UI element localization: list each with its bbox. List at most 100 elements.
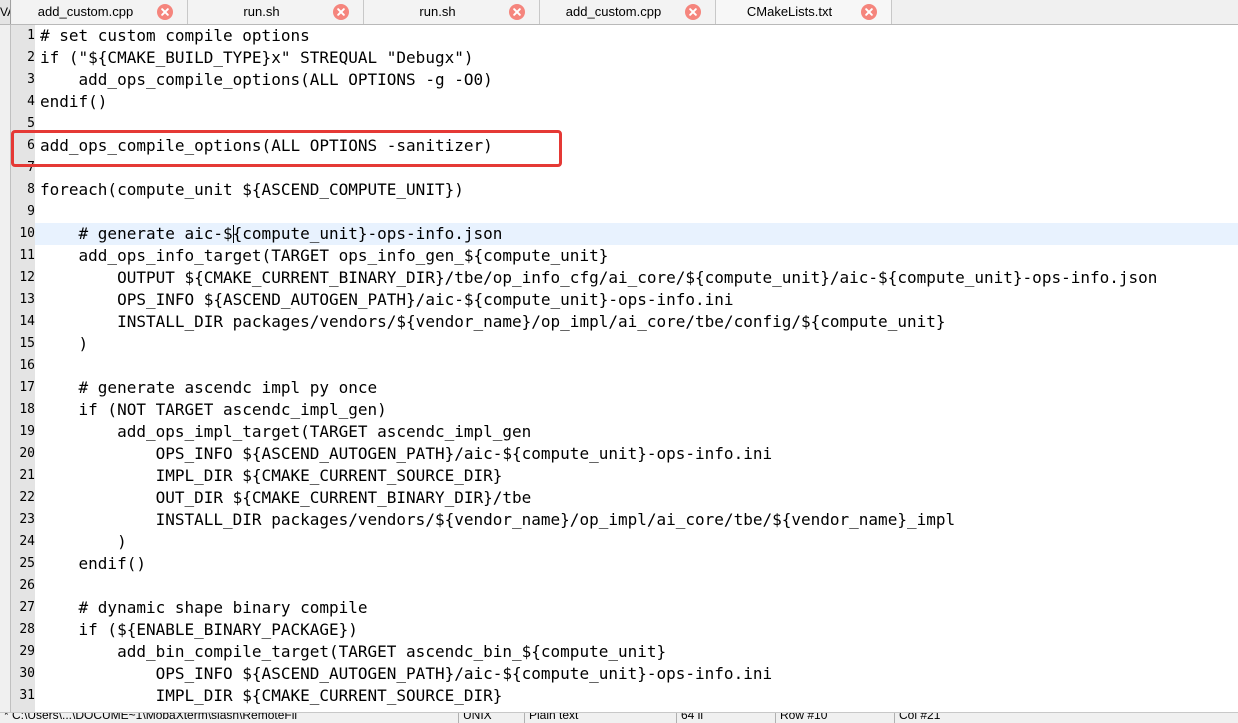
code-line[interactable]: 17 # generate ascendc impl py once: [11, 377, 1238, 399]
code-text: OUT_DIR ${CMAKE_CURRENT_BINARY_DIR}/tbe: [40, 488, 532, 507]
line-number: 22: [11, 487, 35, 509]
line-number: 27: [11, 597, 35, 619]
status-line-count: 64 li: [676, 713, 703, 723]
close-icon[interactable]: [861, 4, 877, 20]
tab-add-custom-cpp-1[interactable]: add_custom.cpp: [12, 0, 188, 24]
code-text: foreach(compute_unit ${ASCEND_COMPUTE_UN…: [40, 180, 464, 199]
code-line[interactable]: 20 OPS_INFO ${ASCEND_AUTOGEN_PATH}/aic-$…: [11, 443, 1238, 465]
code-text: OUTPUT ${CMAKE_CURRENT_BINARY_DIR}/tbe/o…: [40, 268, 1158, 287]
tab-add-custom-cpp-2[interactable]: add_custom.cpp: [540, 0, 716, 24]
editor-left-border: [0, 25, 11, 712]
tab-label: add_custom.cpp: [37, 4, 134, 19]
code-line[interactable]: 26: [11, 575, 1238, 597]
line-number: 1: [11, 25, 35, 47]
status-eol: UNIX: [458, 713, 492, 723]
line-number: 24: [11, 531, 35, 553]
tab-run-sh-2[interactable]: run.sh: [364, 0, 540, 24]
code-editor[interactable]: 1 # set custom compile options 2 if ("${CMA…: [0, 25, 1238, 712]
code-text: ): [40, 334, 89, 353]
code-line[interactable]: 9: [11, 201, 1238, 223]
tab-label: CMakeLists.txt: [746, 4, 833, 19]
tab-run-sh-1[interactable]: run.sh: [188, 0, 364, 24]
line-number: 15: [11, 333, 35, 355]
code-line[interactable]: 3 add_ops_compile_options(ALL OPTIONS -g…: [11, 69, 1238, 91]
line-number: 28: [11, 619, 35, 641]
code-text: IMPL_DIR ${CMAKE_CURRENT_SOURCE_DIR}: [40, 686, 503, 705]
line-number: 2: [11, 47, 35, 69]
code-line[interactable]: 8 foreach(compute_unit ${ASCEND_COMPUTE_U…: [11, 179, 1238, 201]
text-caret: [232, 225, 234, 243]
line-number: 25: [11, 553, 35, 575]
code-text: IMPL_DIR ${CMAKE_CURRENT_SOURCE_DIR}: [40, 466, 503, 485]
line-number: 8: [11, 179, 35, 201]
code-text: endif(): [40, 554, 146, 573]
code-line[interactable]: 10 # generate aic-${compute_unit}-ops-in…: [11, 223, 1238, 245]
code-line[interactable]: 31 IMPL_DIR ${CMAKE_CURRENT_SOURCE_DIR}: [11, 685, 1238, 707]
close-icon[interactable]: [157, 4, 173, 20]
tab-label: run.sh: [243, 4, 280, 19]
code-text: # generate aic-${compute_unit}-ops-info.…: [40, 224, 503, 243]
line-number: 18: [11, 399, 35, 421]
code-line[interactable]: 25 endif(): [11, 553, 1238, 575]
code-text: # generate ascendc impl py once: [40, 378, 378, 397]
code-line[interactable]: 28 if (${ENABLE_BINARY_PACKAGE}): [11, 619, 1238, 641]
code-line[interactable]: 27 # dynamic shape binary compile: [11, 597, 1238, 619]
code-text: add_bin_compile_target(TARGET ascendc_bi…: [40, 642, 667, 661]
code-text: endif(): [40, 92, 108, 111]
code-line[interactable]: 14 INSTALL_DIR packages/vendors/${vendor…: [11, 311, 1238, 333]
status-col: Col #21: [894, 713, 940, 723]
close-icon[interactable]: [685, 4, 701, 20]
status-row: Row #10: [775, 713, 827, 723]
highlight-annotation-box: [11, 130, 562, 167]
code-text: # dynamic shape binary compile: [40, 598, 368, 617]
code-line[interactable]: 30 OPS_INFO ${ASCEND_AUTOGEN_PATH}/aic-$…: [11, 663, 1238, 685]
status-syntax: Plain text: [524, 713, 578, 723]
code-text: add_ops_impl_target(TARGET ascendc_impl_…: [40, 422, 532, 441]
line-number: 13: [11, 289, 35, 311]
line-number: 31: [11, 685, 35, 707]
status-bar: * C:\Users\...\DOCUME~1\MobaXterm\slash\…: [0, 712, 1238, 723]
code-text: if ("${CMAKE_BUILD_TYPE}x" STREQUAL "Deb…: [40, 48, 474, 67]
line-number: 30: [11, 663, 35, 685]
code-text: INSTALL_DIR packages/vendors/${vendor_na…: [40, 312, 946, 331]
line-number: 21: [11, 465, 35, 487]
close-icon[interactable]: [333, 4, 349, 20]
code-line[interactable]: 22 OUT_DIR ${CMAKE_CURRENT_BINARY_DIR}/t…: [11, 487, 1238, 509]
code-line[interactable]: 4 endif(): [11, 91, 1238, 113]
line-number: 26: [11, 575, 35, 597]
code-text: INSTALL_DIR packages/vendors/${vendor_na…: [40, 510, 956, 529]
code-line[interactable]: 12 OUTPUT ${CMAKE_CURRENT_BINARY_DIR}/tb…: [11, 267, 1238, 289]
code-line[interactable]: 16: [11, 355, 1238, 377]
code-line[interactable]: 2 if ("${CMAKE_BUILD_TYPE}x" STREQUAL "De…: [11, 47, 1238, 69]
tab-bar: VA add_custom.cpp run.sh run.sh add_cust…: [0, 0, 1238, 25]
line-number: 11: [11, 245, 35, 267]
code-text: OPS_INFO ${ASCEND_AUTOGEN_PATH}/aic-${co…: [40, 290, 734, 309]
code-line[interactable]: 18 if (NOT TARGET ascendc_impl_gen): [11, 399, 1238, 421]
close-icon[interactable]: [509, 4, 525, 20]
line-number: 9: [11, 201, 35, 223]
code-text: add_ops_info_target(TARGET ops_info_gen_…: [40, 246, 609, 265]
line-number: 19: [11, 421, 35, 443]
line-number: 14: [11, 311, 35, 333]
tab-label: add_custom.cpp: [565, 4, 662, 19]
code-text: add_ops_compile_options(ALL OPTIONS -g -…: [40, 70, 493, 89]
code-text: ): [40, 532, 127, 551]
code-line[interactable]: 1 # set custom compile options: [11, 25, 1238, 47]
line-number: 20: [11, 443, 35, 465]
code-line[interactable]: 21 IMPL_DIR ${CMAKE_CURRENT_SOURCE_DIR}: [11, 465, 1238, 487]
code-line[interactable]: 11 add_ops_info_target(TARGET ops_info_g…: [11, 245, 1238, 267]
tab-cmakelists-txt[interactable]: CMakeLists.txt: [716, 0, 892, 24]
code-text: if (${ENABLE_BINARY_PACKAGE}): [40, 620, 358, 639]
line-number: 4: [11, 91, 35, 113]
code-text: OPS_INFO ${ASCEND_AUTOGEN_PATH}/aic-${co…: [40, 444, 773, 463]
tab-label: run.sh: [419, 4, 456, 19]
code-line[interactable]: 19 add_ops_impl_target(TARGET ascendc_im…: [11, 421, 1238, 443]
code-line[interactable]: 13 OPS_INFO ${ASCEND_AUTOGEN_PATH}/aic-$…: [11, 289, 1238, 311]
code-text: # set custom compile options: [40, 26, 310, 45]
code-line[interactable]: 24 ): [11, 531, 1238, 553]
code-line[interactable]: 29 add_bin_compile_target(TARGET ascendc…: [11, 641, 1238, 663]
line-number: 12: [11, 267, 35, 289]
code-text: if (NOT TARGET ascendc_impl_gen): [40, 400, 387, 419]
code-line[interactable]: 23 INSTALL_DIR packages/vendors/${vendor…: [11, 509, 1238, 531]
code-line[interactable]: 15 ): [11, 333, 1238, 355]
